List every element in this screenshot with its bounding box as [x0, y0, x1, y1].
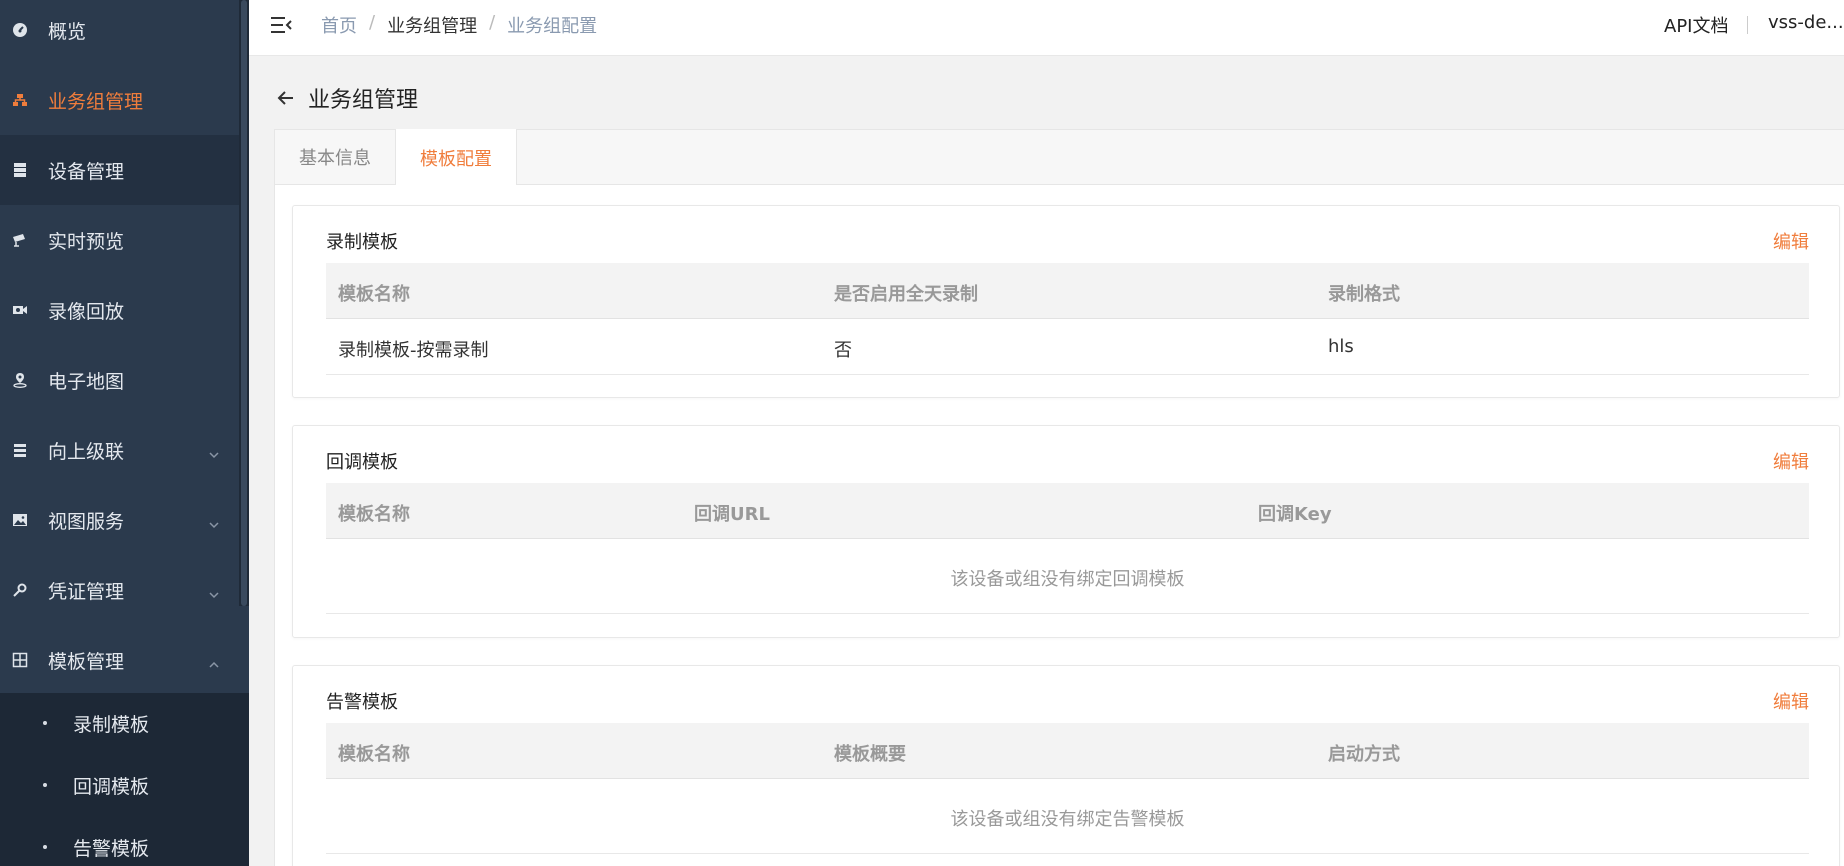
sidebar-item-template[interactable]: 模板管理 [0, 625, 239, 695]
scrollbar-thumb[interactable] [241, 0, 247, 606]
breadcrumb-separator: / [489, 12, 496, 33]
callback-template-card: 回调模板 编辑 模板名称 回调URL 回调Key 该设备或组没有绑定回调模板 [292, 425, 1840, 638]
sidebar-item-label: 凭证管理 [48, 580, 125, 603]
sidebar-item-label: 设备管理 [48, 160, 125, 183]
breadcrumb-home[interactable]: 首页 [321, 12, 357, 38]
table-header: 模板名称 是否启用全天录制 录制格式 [326, 263, 1809, 319]
column-header: 启动方式 [1328, 744, 1400, 765]
sidebar-item-playback[interactable]: 录像回放 [0, 275, 239, 345]
tabs-bar: 基本信息 模板配置 [274, 129, 1844, 186]
chevron-down-icon [208, 584, 220, 599]
card-title: 录制模板 [326, 232, 398, 253]
sidebar-item-device[interactable]: 设备管理 [0, 135, 239, 205]
key-icon [12, 582, 28, 598]
record-template-card: 录制模板 编辑 模板名称 是否启用全天录制 录制格式 录制模板-按需录制 否 h… [292, 205, 1840, 398]
sidebar-item-label: 业务组管理 [48, 90, 144, 113]
org-icon [12, 92, 28, 108]
edit-alarm-template-button[interactable]: 编辑 [1773, 688, 1809, 714]
column-header: 回调Key [1258, 504, 1332, 525]
camera-icon [12, 232, 28, 248]
empty-message: 该设备或组没有绑定回调模板 [950, 569, 1185, 590]
menu-collapse-icon[interactable] [270, 16, 292, 34]
sidebar-subitem-record-template[interactable]: 录制模板 [0, 693, 249, 753]
sidebar-subitem-callback-template[interactable]: 回调模板 [0, 755, 249, 815]
page-title: 业务组管理 [308, 88, 419, 113]
header-divider [1747, 16, 1748, 34]
bullet-icon [43, 783, 47, 787]
table-row: 录制模板-按需录制 否 hls [326, 319, 1809, 375]
sidebar-item-label: 视图服务 [48, 510, 125, 533]
alarm-template-card: 告警模板 编辑 模板名称 模板概要 启动方式 该设备或组没有绑定告警模板 [292, 665, 1840, 866]
back-arrow-icon[interactable] [276, 88, 296, 108]
video-icon [12, 302, 28, 318]
bullet-icon [43, 845, 47, 849]
chevron-down-icon [208, 514, 220, 529]
card-title: 回调模板 [326, 452, 398, 473]
stack-icon [12, 442, 28, 458]
tab-template-config[interactable]: 模板配置 [395, 129, 517, 186]
table-header: 模板名称 模板概要 启动方式 [326, 723, 1809, 779]
bullet-icon [43, 721, 47, 725]
sidebar-item-view-service[interactable]: 视图服务 [0, 485, 239, 555]
template-submenu: 录制模板 回调模板 告警模板 [0, 693, 249, 866]
column-header: 模板名称 [338, 504, 410, 525]
breadcrumb-separator: / [369, 12, 376, 33]
chevron-up-icon [208, 654, 220, 668]
column-header: 回调URL [694, 504, 770, 525]
chevron-down-icon [208, 444, 220, 459]
user-menu[interactable]: vss-de... [1768, 12, 1844, 33]
sidebar-item-label: 实时预览 [48, 230, 125, 253]
breadcrumb-current: 业务组配置 [507, 16, 598, 37]
table-header: 模板名称 回调URL 回调Key [326, 483, 1809, 539]
empty-state: 该设备或组没有绑定回调模板 [326, 539, 1809, 614]
sidebar-item-map[interactable]: 电子地图 [0, 345, 239, 415]
card-title: 告警模板 [326, 692, 398, 713]
table-cell: 否 [834, 340, 852, 361]
breadcrumb: 首页 / 业务组管理 / 业务组配置 [321, 12, 597, 38]
sidebar-item-label: 向上级联 [48, 440, 125, 463]
sidebar-item-business-group[interactable]: 业务组管理 [0, 65, 239, 135]
sidebar-item-label: 概览 [48, 20, 87, 43]
top-bar: 首页 / 业务组管理 / 业务组配置 API文档 vss-de... [249, 0, 1844, 56]
map-pin-icon [12, 372, 28, 388]
sidebar-item-label: 录像回放 [48, 300, 125, 323]
tab-basic-info[interactable]: 基本信息 [275, 129, 395, 185]
sidebar-item-live-preview[interactable]: 实时预览 [0, 205, 239, 275]
table-cell: hls [1328, 336, 1354, 357]
page-header: 业务组管理 [276, 82, 418, 114]
sidebar-scrollbar[interactable] [239, 0, 249, 606]
sidebar-subitem-label: 回调模板 [73, 775, 150, 798]
edit-record-template-button[interactable]: 编辑 [1773, 228, 1809, 254]
sidebar: 概览 业务组管理 设备管理 实时预览 录像回放 电子地图 向上级联 视图服务 凭… [0, 0, 249, 866]
sidebar-subitem-label: 告警模板 [73, 837, 150, 860]
column-header: 是否启用全天录制 [834, 284, 978, 305]
column-header: 录制格式 [1328, 284, 1400, 305]
api-doc-link[interactable]: API文档 [1664, 12, 1728, 38]
sidebar-item-cascade[interactable]: 向上级联 [0, 415, 239, 485]
server-icon [12, 162, 28, 178]
sidebar-subitem-label: 录制模板 [73, 713, 150, 736]
sidebar-item-overview[interactable]: 概览 [0, 0, 239, 65]
sidebar-item-label: 电子地图 [48, 370, 125, 393]
edit-callback-template-button[interactable]: 编辑 [1773, 448, 1809, 474]
sidebar-item-credential[interactable]: 凭证管理 [0, 555, 239, 625]
image-icon [12, 512, 28, 528]
empty-message: 该设备或组没有绑定告警模板 [950, 809, 1185, 830]
sidebar-item-label: 模板管理 [48, 650, 125, 673]
column-header: 模板名称 [338, 284, 410, 305]
grid-icon [12, 652, 28, 668]
dashboard-icon [12, 22, 28, 38]
empty-state: 该设备或组没有绑定告警模板 [326, 779, 1809, 854]
sidebar-subitem-alarm-template[interactable]: 告警模板 [0, 817, 249, 866]
column-header: 模板概要 [834, 744, 906, 765]
table-cell: 录制模板-按需录制 [338, 340, 489, 361]
breadcrumb-business-group[interactable]: 业务组管理 [387, 12, 477, 38]
column-header: 模板名称 [338, 744, 410, 765]
